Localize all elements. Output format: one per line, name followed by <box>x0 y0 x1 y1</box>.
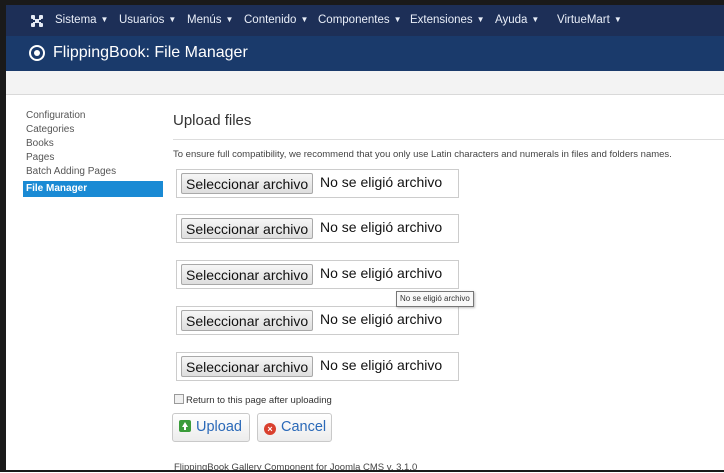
upload-button-label: Upload <box>196 419 242 435</box>
sidebar-item-categories[interactable]: Categories <box>23 123 163 137</box>
menu-componentes[interactable]: Componentes ▼ <box>318 14 402 26</box>
return-checkbox[interactable] <box>174 394 184 404</box>
page-header: FlippingBook: File Manager <box>6 36 724 71</box>
menu-menus[interactable]: Menús ▼ <box>187 14 233 26</box>
caret-down-icon: ▼ <box>168 15 177 24</box>
file-status-text: No se eligió archivo <box>320 219 443 235</box>
caret-down-icon: ▼ <box>225 15 234 24</box>
circle-dot-icon <box>29 45 45 61</box>
choose-file-button[interactable]: Seleccionar archivo <box>181 173 314 194</box>
cancel-button-label: Cancel <box>281 419 327 435</box>
sidebar-item-file-manager[interactable]: File Manager <box>23 181 163 197</box>
file-status-text: No se eligió archivo <box>320 265 443 281</box>
menu-ayuda[interactable]: Ayuda ▼ <box>495 14 539 26</box>
file-input[interactable]: Seleccionar archivo No se eligió archivo <box>176 306 459 335</box>
file-input[interactable]: Seleccionar archivo No se eligió archivo <box>176 214 459 243</box>
return-checkbox-label: Return to this page after uploading <box>186 395 332 406</box>
menu-contenido[interactable]: Contenido ▼ <box>244 14 308 26</box>
sidebar-item-books[interactable]: Books <box>23 137 163 151</box>
compatibility-notice: To ensure full compatibility, we recomme… <box>173 149 672 160</box>
file-status-text: No se eligió archivo <box>320 357 443 373</box>
upload-icon <box>179 420 191 432</box>
joomla-logo-icon[interactable] <box>30 14 44 28</box>
toolbar-strip <box>6 71 724 95</box>
page-title: FlippingBook: File Manager <box>53 44 248 61</box>
menu-sistema[interactable]: Sistema ▼ <box>55 14 108 26</box>
choose-file-button[interactable]: Seleccionar archivo <box>181 356 314 377</box>
cancel-icon: × <box>264 423 276 435</box>
menu-virtuemart[interactable]: VirtueMart ▼ <box>557 14 622 26</box>
file-input-tooltip: No se eligió archivo <box>396 291 474 307</box>
caret-down-icon: ▼ <box>613 15 622 24</box>
return-checkbox-row[interactable]: Return to this page after uploading <box>174 390 332 408</box>
sidebar: Configuration Categories Books Pages Bat… <box>23 109 163 197</box>
cancel-button[interactable]: × Cancel <box>257 413 332 442</box>
file-input[interactable]: Seleccionar archivo No se eligió archivo <box>176 260 459 289</box>
sidebar-item-pages[interactable]: Pages <box>23 151 163 165</box>
sidebar-item-configuration[interactable]: Configuration <box>23 109 163 123</box>
section-title: Upload files <box>173 112 252 129</box>
menu-usuarios[interactable]: Usuarios ▼ <box>119 14 176 26</box>
file-input[interactable]: Seleccionar archivo No se eligió archivo <box>176 169 459 198</box>
top-navbar: Sistema ▼ Usuarios ▼ Menús ▼ Contenido ▼ Com… <box>6 5 724 36</box>
sidebar-item-batch-adding-pages[interactable]: Batch Adding Pages <box>23 165 163 179</box>
caret-down-icon: ▼ <box>476 15 485 24</box>
menu-extensiones[interactable]: Extensiones ▼ <box>410 14 485 26</box>
upload-button[interactable]: Upload <box>172 413 250 442</box>
choose-file-button[interactable]: Seleccionar archivo <box>181 218 314 239</box>
choose-file-button[interactable]: Seleccionar archivo <box>181 310 314 331</box>
file-input[interactable]: Seleccionar archivo No se eligió archivo <box>176 352 459 381</box>
divider <box>173 139 724 140</box>
file-status-text: No se eligió archivo <box>320 311 443 327</box>
caret-down-icon: ▼ <box>393 15 402 24</box>
choose-file-button[interactable]: Seleccionar archivo <box>181 264 314 285</box>
caret-down-icon: ▼ <box>100 15 109 24</box>
caret-down-icon: ▼ <box>531 15 540 24</box>
caret-down-icon: ▼ <box>300 15 309 24</box>
file-status-text: No se eligió archivo <box>320 174 443 190</box>
